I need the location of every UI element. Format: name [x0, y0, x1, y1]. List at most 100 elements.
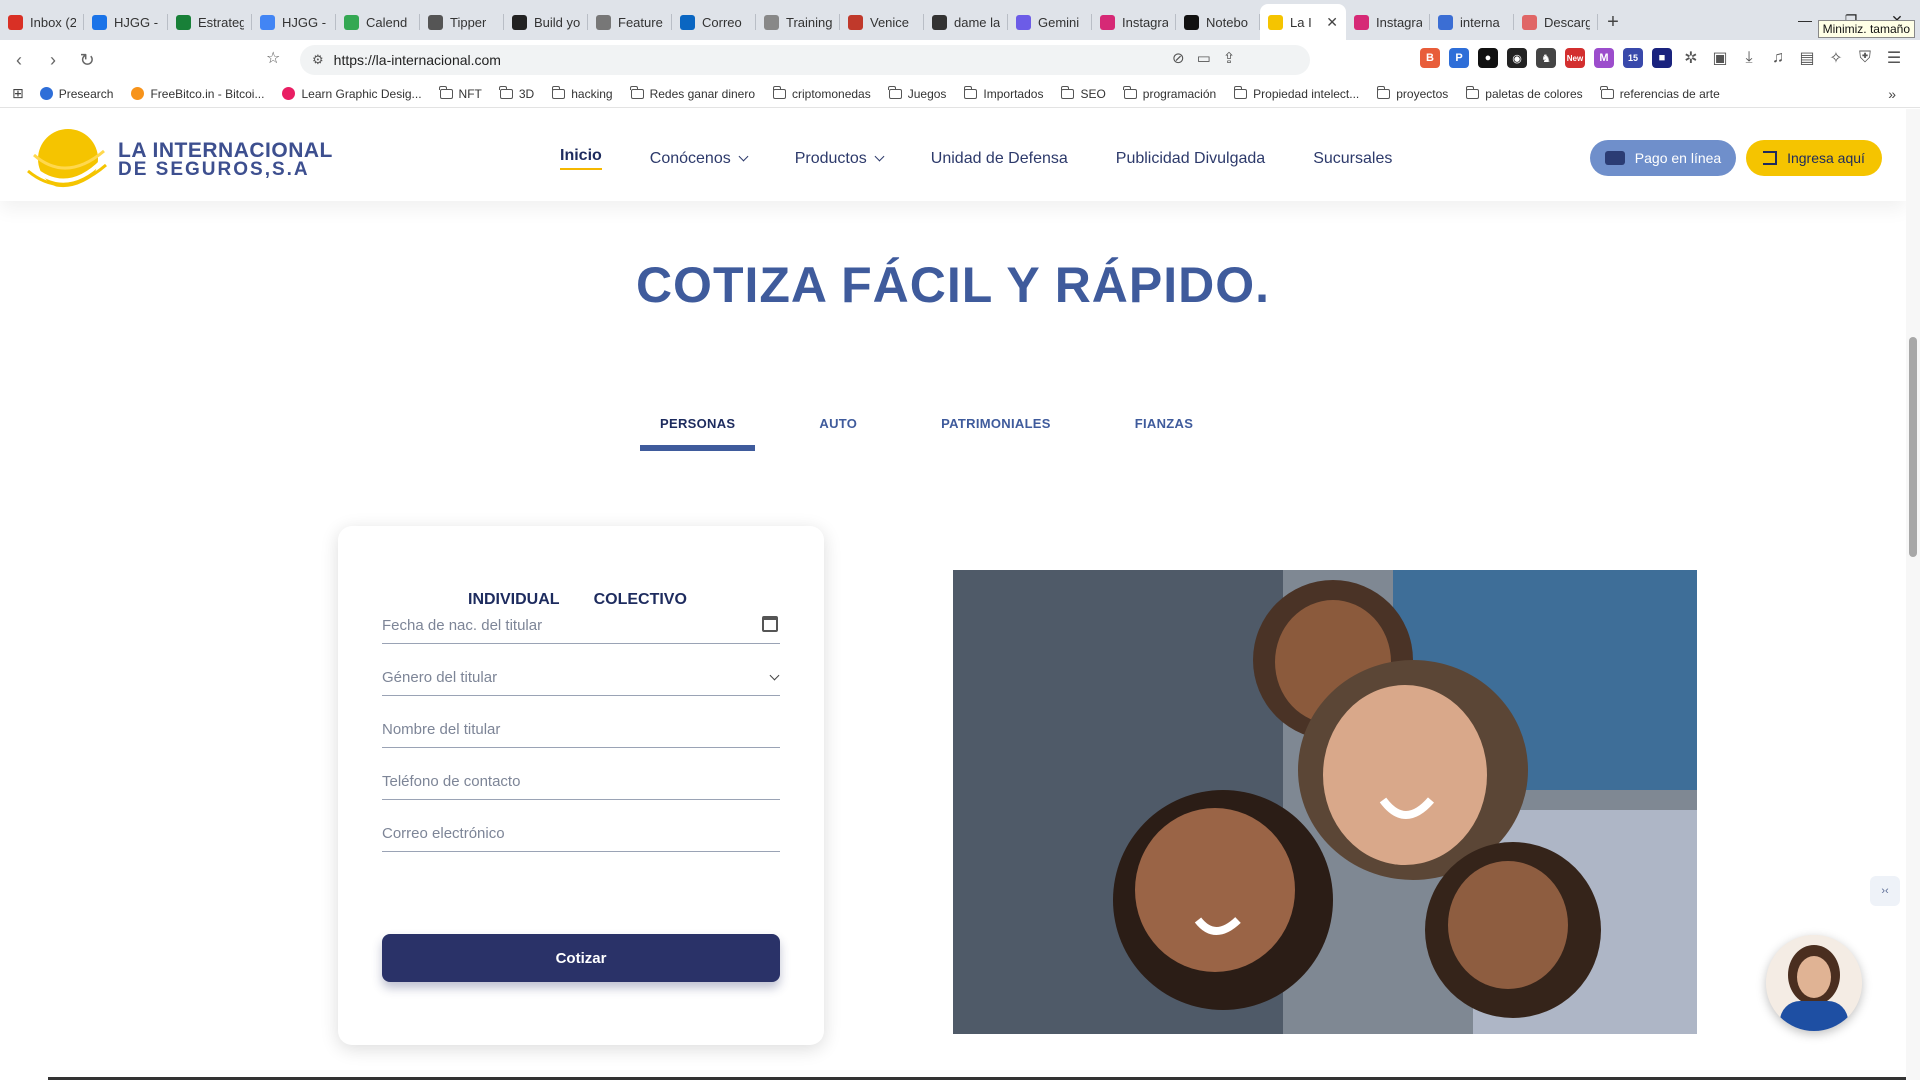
bookmark-learn-graphic-desig[interactable]: Learn Graphic Desig...: [282, 87, 422, 101]
bookmark-criptomonedas[interactable]: criptomonedas: [772, 85, 871, 101]
page-scrollbar[interactable]: [1906, 109, 1920, 1080]
browser-tab[interactable]: Venice: [840, 4, 924, 40]
nombre-del-titular-field[interactable]: Nombre del titular: [382, 712, 780, 748]
browser-tab[interactable]: Correo: [672, 4, 756, 40]
brave-shield-icon[interactable]: B: [1420, 48, 1440, 68]
nav-unidad-de-defensa[interactable]: Unidad de Defensa: [931, 147, 1068, 170]
tab-auto[interactable]: AUTO: [799, 416, 877, 451]
bookmark-presearch[interactable]: Presearch: [39, 87, 113, 101]
sidebar-icon[interactable]: ▣: [1710, 48, 1730, 68]
new-badge-extension-icon[interactable]: New: [1565, 48, 1585, 68]
login-button[interactable]: Ingresa aquí: [1746, 140, 1882, 176]
nav-sucursales[interactable]: Sucursales: [1313, 147, 1392, 170]
bookmark-programacion[interactable]: programación: [1123, 85, 1216, 101]
quote-type-colectivo[interactable]: COLECTIVO: [594, 591, 687, 609]
leo-ai-icon[interactable]: ✧: [1826, 48, 1846, 68]
browser-tab[interactable]: HJGG -: [252, 4, 336, 40]
tab-fianzas[interactable]: FIANZAS: [1115, 416, 1213, 451]
more-bookmarks-icon[interactable]: »: [1888, 86, 1896, 102]
scroll-thumb[interactable]: [1909, 337, 1917, 557]
browser-tab[interactable]: interna: [1430, 4, 1514, 40]
web-page: LA INTERNACIONAL DE SEGUROS,S.A Inicio Co…: [0, 109, 1920, 1080]
extension-icon[interactable]: M: [1594, 48, 1614, 68]
media-icon[interactable]: ♫: [1768, 48, 1788, 68]
bookmark-proyectos[interactable]: proyectos: [1376, 85, 1448, 101]
tab-personas[interactable]: PERSONAS: [640, 416, 756, 451]
browser-tab[interactable]: La I ✕: [1260, 4, 1346, 40]
extension-icon[interactable]: ●: [1478, 48, 1498, 68]
extension-icon[interactable]: ♞: [1536, 48, 1556, 68]
fecha-de-nac-del-titular-field[interactable]: Fecha de nac. del titular: [382, 608, 780, 644]
bookmark-propiedad-intelect[interactable]: Propiedad intelect...: [1233, 85, 1359, 101]
browser-tab[interactable]: Gemini: [1008, 4, 1092, 40]
counter-extension-icon[interactable]: 15: [1623, 48, 1643, 68]
bookmark-freebitco-in-bitcoi[interactable]: FreeBitco.in - Bitcoi...: [131, 87, 264, 101]
tab-favicon-icon: [1016, 14, 1031, 30]
calendar-icon[interactable]: [762, 616, 778, 632]
genero-del-titular-field[interactable]: Género del titular: [382, 660, 780, 696]
tracking-off-icon[interactable]: ⊘: [1172, 49, 1185, 67]
extension-icon[interactable]: ■: [1652, 48, 1672, 68]
quote-submit-button[interactable]: Cotizar: [382, 934, 780, 982]
tab-title: Instagra: [1122, 14, 1168, 30]
menu-icon[interactable]: ☰: [1884, 48, 1904, 68]
bookmark-label: NFT: [458, 86, 482, 101]
bookmark-paletas-de-colores[interactable]: paletas de colores: [1465, 85, 1583, 101]
browser-tab[interactable]: Inbox (2: [0, 4, 84, 40]
apps-grid-icon[interactable]: ⊞: [12, 85, 24, 102]
bookmark-referencias-de-arte[interactable]: referencias de arte: [1600, 85, 1720, 101]
bookmark-seo[interactable]: SEO: [1060, 85, 1106, 101]
nav-productos[interactable]: Productos: [795, 147, 885, 170]
close-tab-icon[interactable]: ✕: [1326, 14, 1338, 31]
tab-favicon-icon: [428, 14, 443, 30]
bookmark-3d[interactable]: 3D: [499, 85, 534, 101]
forward-icon[interactable]: ›: [38, 45, 68, 75]
browser-tab[interactable]: Descarg: [1514, 4, 1598, 40]
bookmark-hacking[interactable]: hacking: [551, 85, 613, 101]
browser-tab[interactable]: Training: [756, 4, 840, 40]
share-icon[interactable]: ⇪: [1223, 49, 1236, 67]
browser-tab[interactable]: Feature: [588, 4, 672, 40]
sun-logo-icon: [26, 127, 108, 193]
bookmark-importados[interactable]: Importados: [963, 85, 1043, 101]
chevron-down-icon[interactable]: [769, 668, 780, 681]
nav-publicidad-divulgada[interactable]: Publicidad Divulgada: [1116, 147, 1265, 170]
bookmark-nft[interactable]: NFT: [439, 85, 482, 101]
bookmark-redes-ganar-dinero[interactable]: Redes ganar dinero: [630, 85, 755, 101]
bookmark-juegos[interactable]: Juegos: [888, 85, 946, 101]
browser-tab[interactable]: dame la: [924, 4, 1008, 40]
extensions-puzzle-icon[interactable]: ✲: [1681, 48, 1701, 68]
cast-icon[interactable]: ▭: [1197, 49, 1211, 67]
new-tab-icon[interactable]: +: [1598, 4, 1628, 40]
browser-tab[interactable]: Instagra: [1092, 4, 1176, 40]
presearch-extension-icon[interactable]: P: [1449, 48, 1469, 68]
nav-conocenos[interactable]: Conócenos: [650, 147, 749, 170]
quote-type-individual[interactable]: INDIVIDUAL: [468, 591, 560, 609]
correo-electronico-field[interactable]: Correo electrónico: [382, 816, 780, 852]
wallet-icon[interactable]: ▤: [1797, 48, 1817, 68]
reload-icon[interactable]: ↻: [72, 45, 102, 75]
browser-tab[interactable]: HJGG -: [84, 4, 168, 40]
vpn-shield-icon[interactable]: ⛨: [1855, 48, 1875, 68]
telefono-de-contacto-field[interactable]: Teléfono de contacto: [382, 764, 780, 800]
steam-extension-icon[interactable]: ◉: [1507, 48, 1527, 68]
browser-tab[interactable]: Build yo: [504, 4, 588, 40]
bookmark-page-icon[interactable]: ☆: [266, 48, 280, 68]
browser-tab[interactable]: Calend: [336, 4, 420, 40]
tab-title: interna: [1460, 14, 1500, 30]
chat-assistant-avatar[interactable]: [1766, 935, 1862, 1031]
tab-patrimoniales[interactable]: PATRIMONIALES: [921, 416, 1071, 451]
online-payment-button[interactable]: Pago en línea: [1590, 140, 1736, 176]
site-info-icon[interactable]: ⚙: [312, 52, 324, 68]
download-icon[interactable]: ⤓: [1739, 48, 1759, 68]
site-logo[interactable]: LA INTERNACIONAL DE SEGUROS,S.A: [26, 127, 333, 193]
nav-inicio[interactable]: Inicio: [560, 147, 602, 170]
side-widget-collapse-icon[interactable]: ›‹: [1870, 876, 1900, 906]
browser-tab[interactable]: Tipper: [420, 4, 504, 40]
back-icon[interactable]: ‹: [4, 45, 34, 75]
browser-tab[interactable]: Estrateg: [168, 4, 252, 40]
bookmark-label: criptomonedas: [792, 86, 871, 101]
browser-tab[interactable]: Notebo: [1176, 4, 1260, 40]
address-bar[interactable]: ⚙ https://la-internacional.com: [300, 45, 1310, 75]
browser-tab[interactable]: Instagra: [1346, 4, 1430, 40]
